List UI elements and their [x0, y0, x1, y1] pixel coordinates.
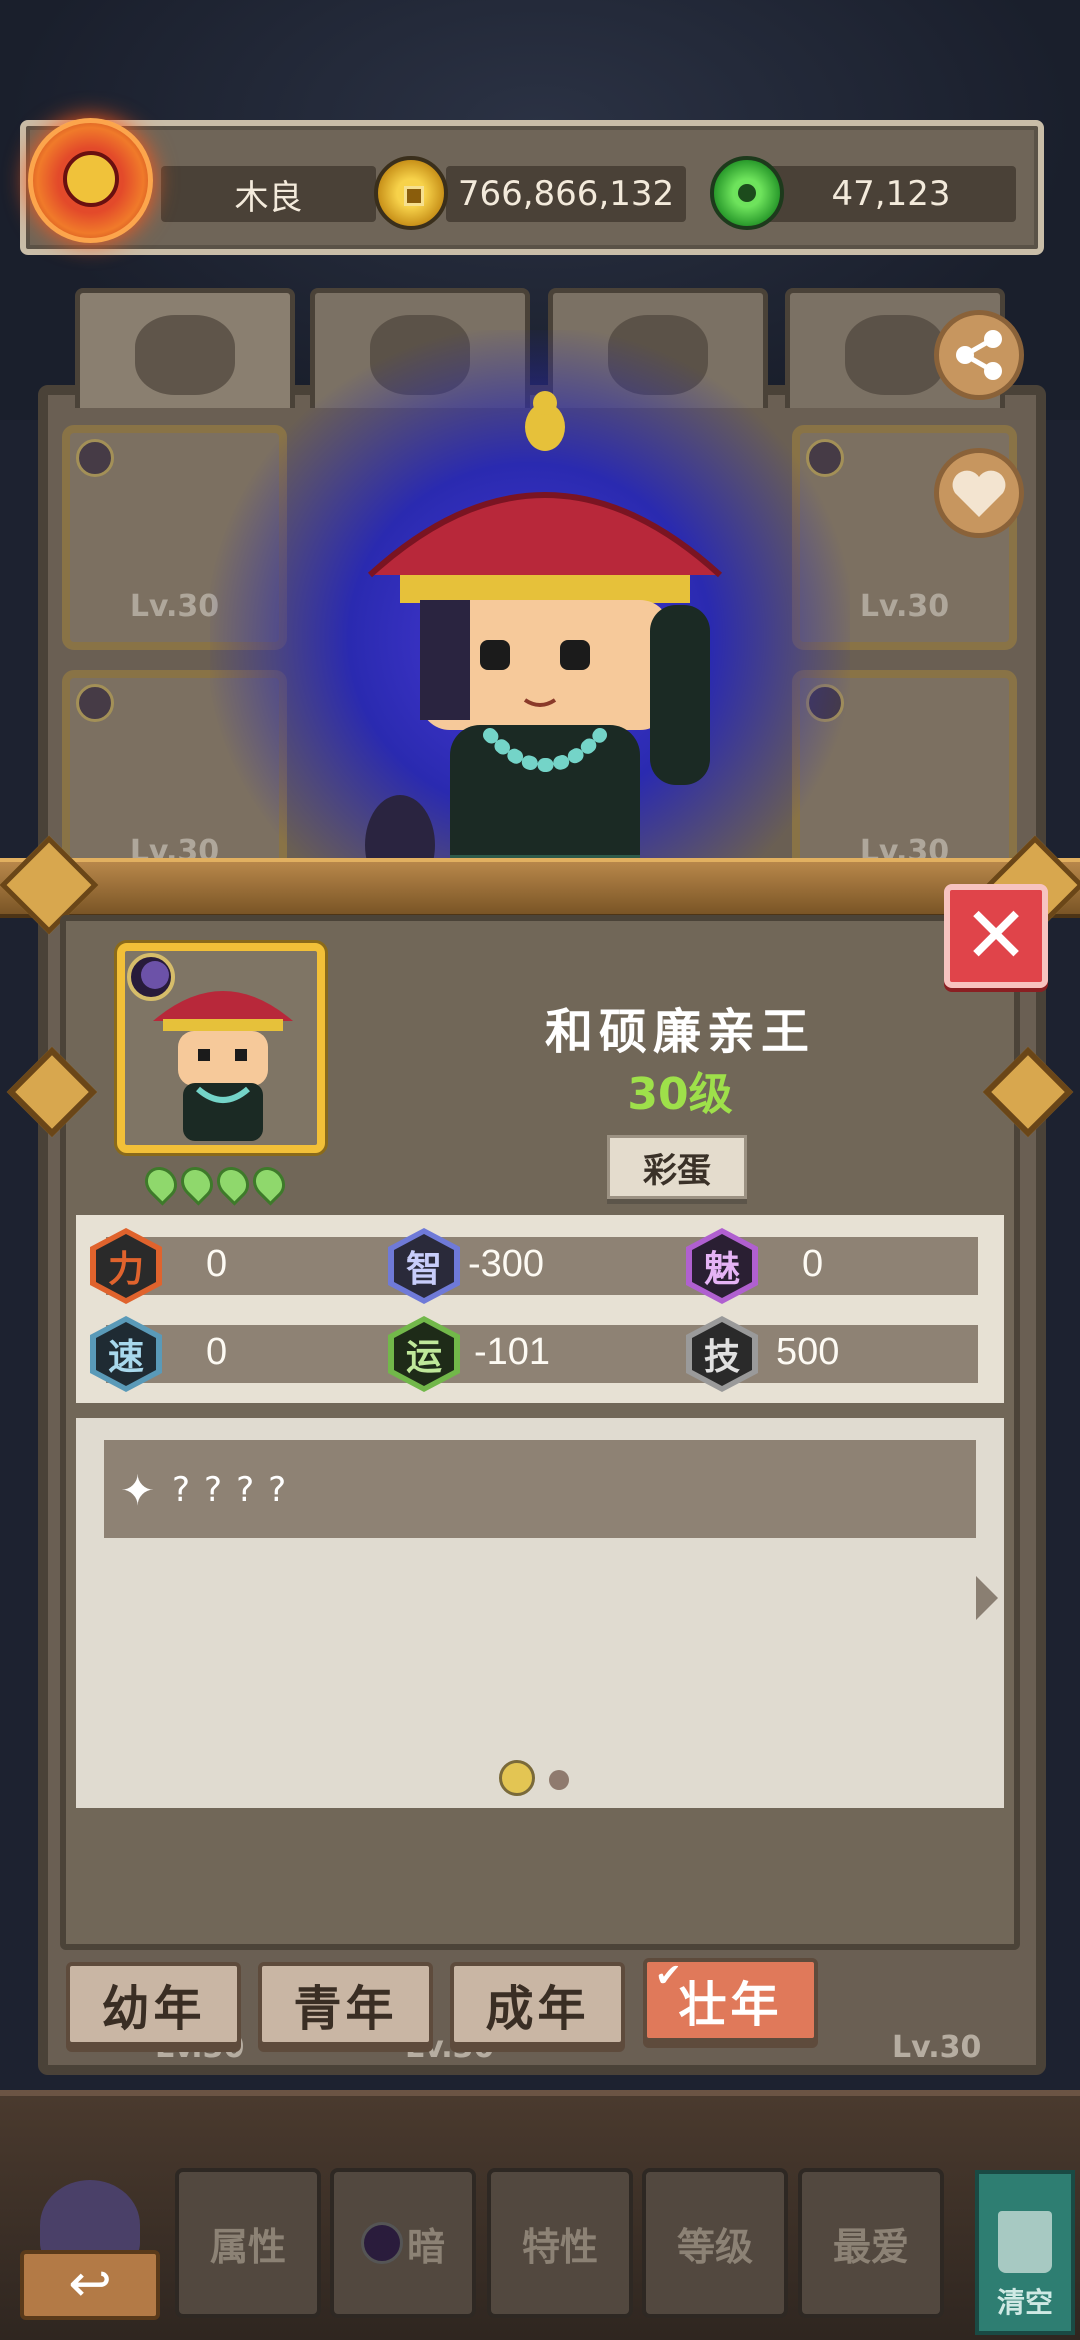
ability-panel: ✦ ????: [76, 1418, 1004, 1808]
ability-next-arrow-icon[interactable]: [976, 1576, 998, 1620]
heart-icon: [952, 470, 1006, 517]
dark-moon-icon: [360, 2222, 403, 2264]
character-name: 和硕廉亲王: [544, 1004, 815, 1060]
share-button[interactable]: [934, 310, 1024, 400]
player-name: 木良: [161, 166, 376, 222]
avatar-mask-icon: [63, 151, 119, 207]
stat-label: 技: [703, 1337, 740, 1378]
skill-value: 500: [776, 1331, 840, 1373]
clear-label: 清空: [996, 2286, 1053, 2319]
stat-label: 魅: [703, 1249, 740, 1290]
filter-trait-button[interactable]: 特性: [487, 2168, 633, 2318]
dark-moon-icon: [76, 439, 114, 477]
stat-label: 力: [107, 1249, 144, 1290]
luck-value: -101: [474, 1331, 551, 1373]
filter-favorite-button[interactable]: 最爱: [798, 2168, 944, 2318]
tab-prime[interactable]: ✔ 壮年: [643, 1956, 818, 2042]
filter-dark-label: 暗: [406, 2224, 445, 2269]
sparkle-icon: ✦: [120, 1466, 156, 1515]
favorite-button[interactable]: [934, 448, 1024, 538]
strength-value: 0: [206, 1243, 228, 1285]
filter-attribute-button[interactable]: 属性: [175, 2168, 321, 2318]
dark-moon-icon: [76, 684, 114, 722]
check-icon: ✔: [655, 1956, 686, 1994]
clear-button[interactable]: 清空: [975, 2170, 1075, 2335]
back-button[interactable]: ↩: [20, 2180, 160, 2320]
filter-dark-button[interactable]: 暗: [330, 2168, 476, 2318]
close-button[interactable]: ✕: [944, 884, 1048, 988]
share-icon: [956, 330, 1002, 380]
card-level: Lv.30: [892, 2030, 982, 2065]
stat-label: 运: [405, 1337, 442, 1378]
trash-icon: [998, 2211, 1052, 2273]
dark-moon-icon: [127, 953, 175, 1001]
charm-value: 0: [802, 1243, 824, 1285]
page-indicator-active[interactable]: [499, 1760, 535, 1796]
jade-amount: 47,123: [766, 166, 1016, 222]
tab-adult[interactable]: 成年: [450, 1962, 625, 2046]
ability-text: ????: [172, 1470, 301, 1510]
currency-header: 木良 766,866,132 47,123: [20, 120, 1044, 255]
ornament-beam: [0, 858, 1080, 918]
player-avatar[interactable]: [28, 118, 153, 243]
filter-level-button[interactable]: 等级: [642, 2168, 788, 2318]
back-arrow-icon: ↩: [20, 2250, 160, 2320]
stat-label: 智: [405, 1249, 442, 1290]
gem-icon: [845, 315, 945, 395]
intelligence-value: -300: [468, 1243, 545, 1285]
tab-prime-label: 壮年: [678, 1977, 783, 2033]
character-level: 30级: [627, 1069, 733, 1120]
speed-value: 0: [206, 1331, 228, 1373]
gold-amount: 766,866,132: [446, 166, 686, 222]
close-icon: ✕: [963, 891, 1029, 981]
stats-panel: 力 0 智 -300 魅 0 速 0 运 -101 技 500: [76, 1215, 1004, 1403]
gold-coin-icon: [374, 156, 448, 230]
character-figure: [365, 391, 723, 915]
character-portrait: [117, 943, 325, 1153]
page-indicator[interactable]: [549, 1770, 569, 1790]
tab-youth[interactable]: 幼年: [66, 1962, 241, 2046]
easter-egg-button[interactable]: 彩蛋: [607, 1135, 747, 1199]
jade-coin-icon: [710, 156, 784, 230]
tab-young[interactable]: 青年: [258, 1962, 433, 2046]
ability-row: ✦ ????: [104, 1440, 976, 1538]
stat-label: 速: [107, 1337, 144, 1378]
